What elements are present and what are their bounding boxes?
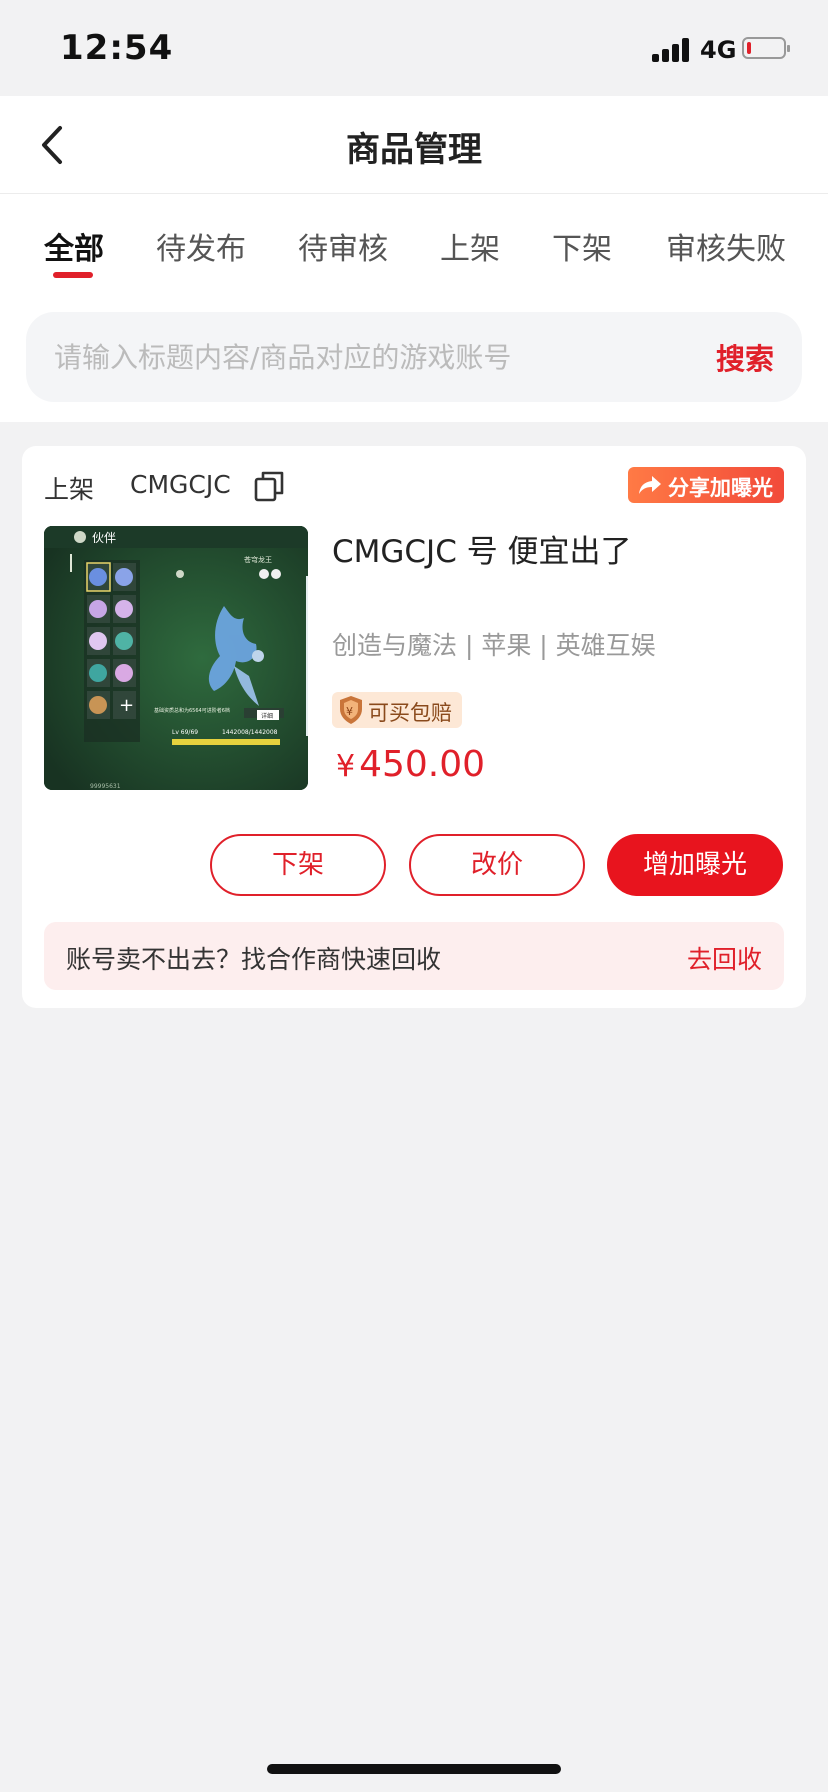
guarantee-label: 可买包赔 — [368, 701, 452, 725]
boost-exposure-button[interactable]: 增加曝光 — [607, 834, 783, 896]
search-input[interactable] — [54, 334, 674, 380]
game-screenshot-image: 伙伴 + 苍穹龙王 基础资质总和为6564可进阶者6档 详细 Lv 69/69 … — [44, 526, 308, 790]
search-button[interactable]: 搜索 — [716, 336, 774, 378]
home-indicator[interactable] — [267, 1764, 561, 1774]
product-title: CMGCJC 号 便宜出了 — [332, 534, 632, 570]
thumb-footer-id: 99995631 — [90, 783, 121, 790]
status-time: 12:54 — [60, 28, 174, 68]
delist-button[interactable]: 下架 — [210, 834, 386, 896]
copy-icon[interactable] — [254, 470, 284, 502]
svg-text:¥: ¥ — [346, 705, 353, 718]
tab-review-failed[interactable]: 审核失败 — [666, 224, 786, 268]
filter-tabs: 全部 待发布 待审核 上架 下架 审核失败 搜索 — [0, 194, 828, 422]
tab-pending-publish[interactable]: 待发布 — [156, 224, 246, 268]
signal-icon — [652, 38, 692, 62]
thumb-pet-name: 苍穹龙王 — [244, 555, 272, 564]
svg-text:基础资质总和为6564可进阶者6档: 基础资质总和为6564可进阶者6档 — [154, 707, 230, 714]
tab-delisted[interactable]: 下架 — [552, 224, 612, 268]
recycle-link[interactable]: 去回收 — [687, 940, 762, 976]
tab-pending-review[interactable]: 待审核 — [298, 224, 388, 268]
recycle-text: 账号卖不出去？找合作商快速回收 — [66, 945, 442, 974]
svg-text:+: + — [119, 695, 134, 716]
product-meta: 创造与魔法 | 苹果 | 英雄互娱 — [332, 631, 656, 660]
listing-card[interactable]: 上架 CMGCJC 分享加曝光 伙伴 + 苍穹龙王 基础资质总和为6564可进阶… — [22, 446, 806, 1008]
thumb-panel-title: 伙伴 — [92, 531, 116, 545]
share-arrow-icon — [639, 476, 661, 494]
listing-status: 上架 — [44, 475, 95, 504]
guarantee-badge: ¥ 可买包赔 — [332, 692, 462, 728]
status-bar: 12:54 4G — [0, 0, 828, 96]
share-exposure-button[interactable]: 分享加曝光 — [628, 467, 784, 503]
nav-bar: 商品管理 — [0, 96, 828, 194]
tab-listed[interactable]: 上架 — [440, 224, 500, 268]
product-price: ¥450.00 — [336, 744, 485, 785]
reprice-button[interactable]: 改价 — [409, 834, 585, 896]
price-value: 450.00 — [359, 744, 486, 785]
network-type: 4G — [700, 36, 737, 64]
page-title: 商品管理 — [346, 130, 482, 170]
shield-icon: ¥ — [340, 696, 362, 724]
price-currency: ¥ — [336, 749, 356, 784]
thumb-level: Lv 69/69 — [172, 729, 198, 736]
tab-all[interactable]: 全部 — [44, 224, 104, 268]
share-label: 分享加曝光 — [668, 476, 773, 500]
search-bar: 搜索 — [26, 312, 802, 402]
recycle-banner: 账号卖不出去？找合作商快速回收 去回收 — [44, 922, 784, 990]
listing-code: CMGCJC — [130, 470, 231, 499]
product-thumbnail[interactable]: 伙伴 + 苍穹龙王 基础资质总和为6564可进阶者6档 详细 Lv 69/69 … — [44, 526, 308, 790]
battery-icon — [742, 37, 790, 59]
active-tab-indicator — [53, 272, 93, 278]
thumb-hp: 1442008/1442008 — [222, 729, 278, 736]
thumb-detail-button: 详细 — [261, 712, 273, 720]
